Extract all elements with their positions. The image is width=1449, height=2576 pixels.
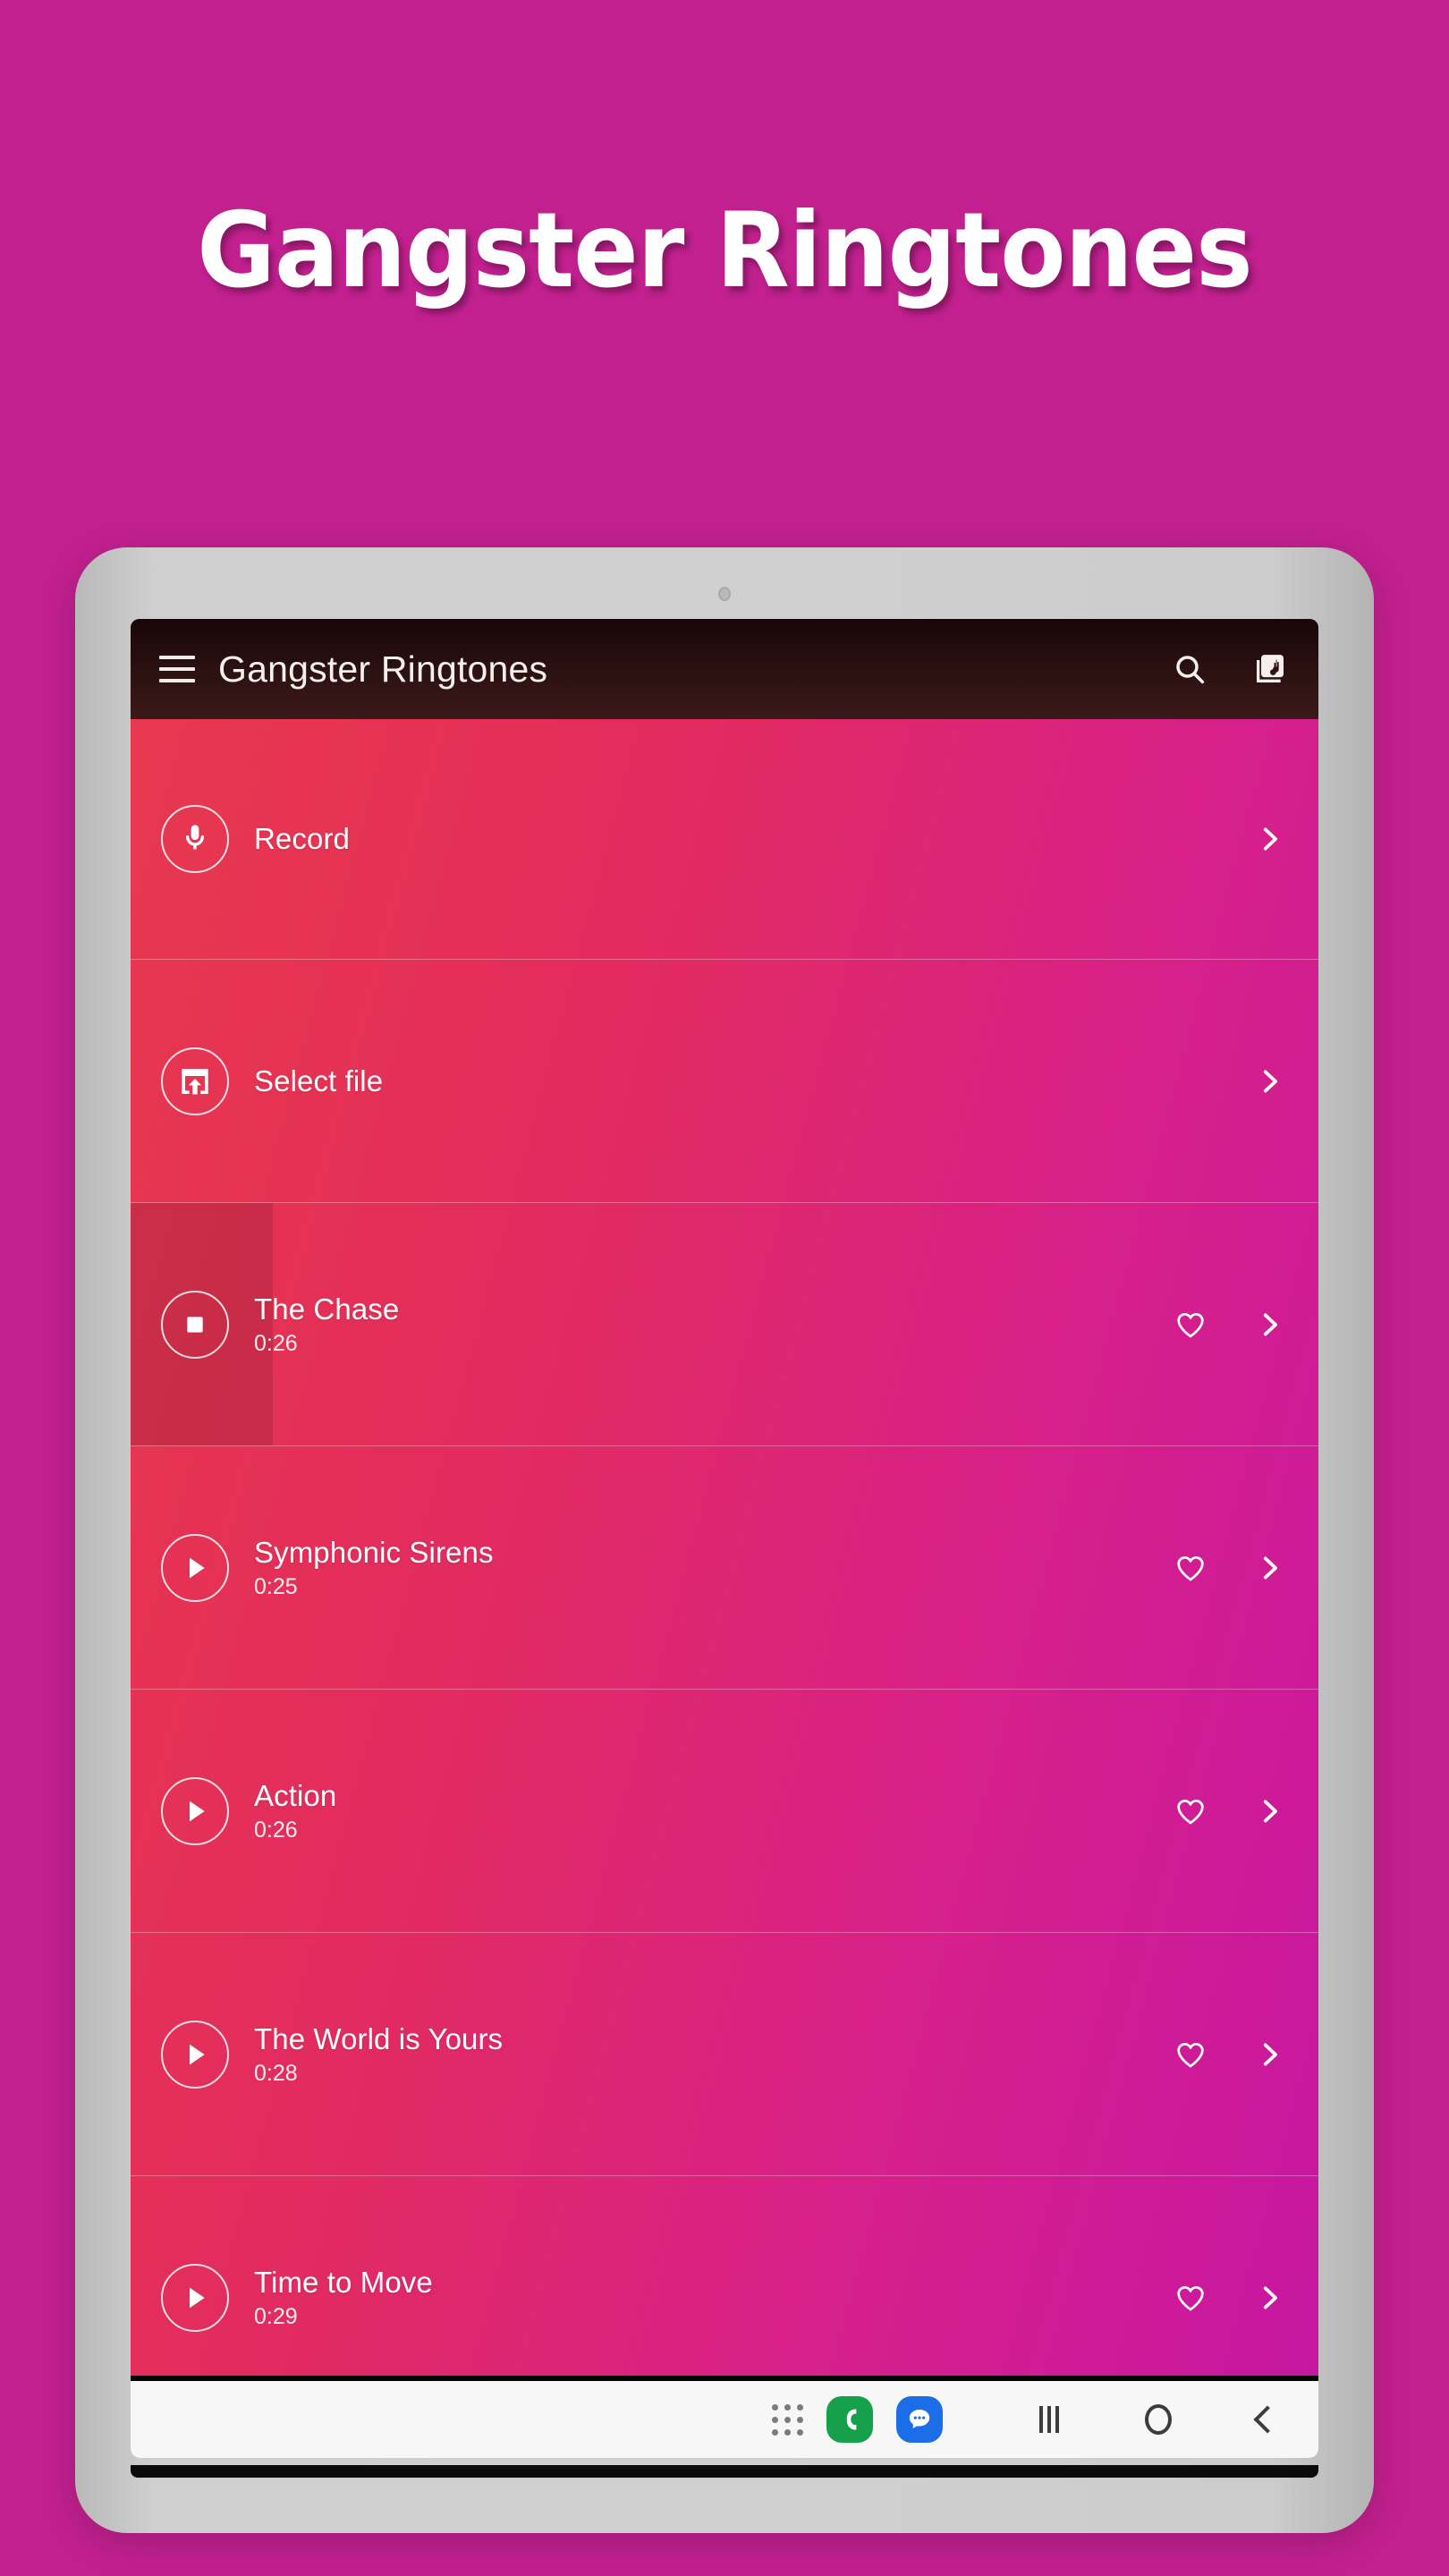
chevron-right-icon[interactable] (1254, 1553, 1284, 1583)
list-item-text: Select file (254, 1064, 1254, 1098)
list-item-text: Time to Move 0:29 (254, 2266, 1174, 2329)
list-item-actions (1174, 2281, 1284, 2315)
list-item-actions (1174, 1794, 1284, 1828)
list-item-title: The Chase (254, 1292, 400, 1326)
list-item-action[interactable]: Action 0:26 (131, 1689, 1318, 1932)
list-item-select-file[interactable]: Select file (131, 959, 1318, 1202)
system-navigation-bar (131, 2376, 1318, 2458)
list-item-text: Action 0:26 (254, 1779, 1174, 1843)
list-item-text: Record (254, 822, 1254, 856)
list-item-title: Action (254, 1778, 337, 1812)
play-icon[interactable] (161, 2263, 229, 2332)
list-item-duration: 0:28 (254, 2060, 298, 2086)
device-screen: Gangster Ringtones Record Select file Th… (131, 619, 1318, 2458)
search-icon[interactable] (1172, 651, 1208, 687)
favorite-heart-icon[interactable] (1174, 1551, 1208, 1585)
promo-headline: Gangster Ringtones (197, 190, 1252, 311)
favorite-heart-icon[interactable] (1174, 1794, 1208, 1828)
messages-icon[interactable] (896, 2396, 943, 2443)
tablet-device-frame: Gangster Ringtones Record Select file Th… (75, 547, 1374, 2533)
play-icon[interactable] (161, 1776, 229, 1845)
microphone-icon[interactable] (161, 805, 229, 873)
list-item-title: Time to Move (254, 2265, 433, 2299)
list-item-title: Select file (254, 1063, 384, 1097)
chevron-right-icon[interactable] (1254, 1796, 1284, 1826)
recents-icon[interactable] (1039, 2406, 1059, 2433)
front-camera-icon (718, 587, 731, 601)
back-icon[interactable] (1253, 2405, 1282, 2434)
list-item-actions (1174, 2038, 1284, 2072)
list-item-actions (1254, 1066, 1284, 1097)
chevron-right-icon[interactable] (1254, 2039, 1284, 2070)
list-item-duration: 0:25 (254, 1573, 298, 1599)
system-nav-inner (131, 2396, 1318, 2443)
hamburger-menu-icon[interactable] (159, 656, 195, 682)
ringtone-list: Record Select file The Chase 0:26 Sympho… (131, 719, 1318, 2376)
list-item-title: Symphonic Sirens (254, 1535, 494, 1569)
app-bar: Gangster Ringtones (131, 619, 1318, 719)
list-item-title: Record (254, 822, 350, 856)
phone-icon[interactable] (826, 2396, 873, 2443)
play-icon[interactable] (161, 2020, 229, 2089)
app-bar-actions (1172, 651, 1288, 687)
list-item-duration: 0:26 (254, 1330, 298, 1356)
list-item-time-to-move[interactable]: Time to Move 0:29 (131, 2175, 1318, 2376)
favorite-heart-icon[interactable] (1174, 2281, 1208, 2315)
chevron-right-icon[interactable] (1254, 824, 1284, 854)
list-item-actions (1174, 1308, 1284, 1342)
chevron-right-icon[interactable] (1254, 2283, 1284, 2313)
list-item-symphonic-sirens[interactable]: Symphonic Sirens 0:25 (131, 1445, 1318, 1689)
open-in-browser-icon[interactable] (161, 1046, 229, 1115)
library-music-icon[interactable] (1252, 651, 1288, 687)
list-item-duration: 0:29 (254, 2303, 298, 2329)
list-item-text: The World is Yours 0:28 (254, 2022, 1174, 2086)
list-item-text: The Chase 0:26 (254, 1292, 1174, 1356)
list-item-the-chase[interactable]: The Chase 0:26 (131, 1202, 1318, 1445)
list-item-the-world-is-yours[interactable]: The World is Yours 0:28 (131, 1932, 1318, 2175)
list-item-duration: 0:26 (254, 1817, 298, 1843)
favorite-heart-icon[interactable] (1174, 2038, 1208, 2072)
taskbar-apps (772, 2396, 943, 2443)
page-title: Gangster Ringtones (218, 648, 548, 690)
stop-icon[interactable] (161, 1290, 229, 1359)
list-item-record[interactable]: Record (131, 719, 1318, 959)
list-item-text: Symphonic Sirens 0:25 (254, 1536, 1174, 1599)
list-item-actions (1174, 1551, 1284, 1585)
home-icon[interactable] (1145, 2404, 1172, 2435)
navigation-keys (1039, 2404, 1293, 2435)
list-item-actions (1254, 824, 1284, 854)
play-icon[interactable] (161, 1533, 229, 1602)
chevron-right-icon[interactable] (1254, 1066, 1284, 1097)
screen-bottom-edge (131, 2465, 1318, 2478)
list-item-title: The World is Yours (254, 2021, 504, 2055)
apps-grid-icon[interactable] (772, 2403, 803, 2436)
chevron-right-icon[interactable] (1254, 1309, 1284, 1340)
favorite-heart-icon[interactable] (1174, 1308, 1208, 1342)
